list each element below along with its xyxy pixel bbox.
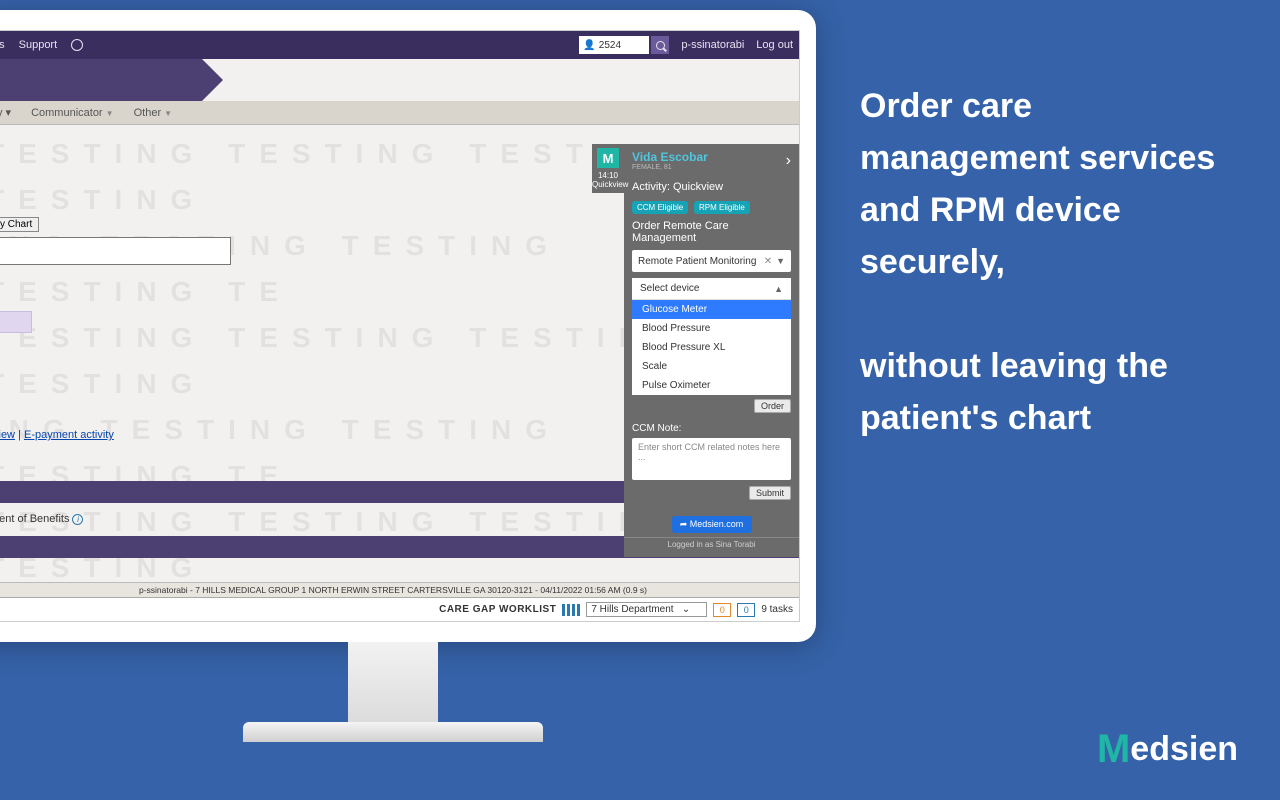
activity-label: Activity: Quickview bbox=[624, 177, 799, 197]
service-selected-value: Remote Patient Monitoring bbox=[638, 256, 756, 267]
chart-button[interactable]: y Chart bbox=[0, 217, 39, 232]
ccm-eligible-badge: CCM Eligible bbox=[632, 201, 688, 214]
gear-icon[interactable] bbox=[71, 39, 83, 51]
topbar-item-ps[interactable]: ps bbox=[0, 39, 5, 51]
tab-time: 14:10 bbox=[592, 171, 624, 180]
ccm-note-label: CCM Note: bbox=[624, 413, 799, 438]
chevron-up-icon: ▲ bbox=[774, 284, 783, 294]
logo-m-icon: M bbox=[1097, 727, 1130, 772]
nav-item-y[interactable]: y ▾ bbox=[0, 106, 21, 119]
nav-item-communicator[interactable]: Communicator ▼ bbox=[21, 107, 124, 119]
grid-icon[interactable] bbox=[562, 604, 580, 616]
text-input[interactable] bbox=[0, 237, 231, 265]
ccm-note-textarea[interactable]: Enter short CCM related notes here ... bbox=[632, 438, 791, 480]
worklist-label: CARE GAP WORKLIST bbox=[439, 604, 556, 615]
order-button[interactable]: Order bbox=[754, 399, 791, 413]
medsien-link[interactable]: ➦ Medsien.com bbox=[672, 516, 752, 533]
topbar-item-support[interactable]: Support bbox=[19, 39, 58, 51]
submit-button[interactable]: Submit bbox=[749, 486, 791, 500]
link-row: view | E-payment activity bbox=[0, 429, 114, 441]
search-button[interactable] bbox=[651, 36, 669, 54]
order-section-title: Order Remote Care Management bbox=[624, 218, 799, 250]
marketing-headline: Order care management services and RPM d… bbox=[860, 80, 1230, 444]
patient-demo: FEMALE, 81 bbox=[632, 164, 708, 171]
device-option-pulseox[interactable]: Pulse Oximeter bbox=[632, 376, 791, 395]
chevron-down-icon[interactable]: ▼ bbox=[776, 256, 785, 266]
bottom-bar: CARE GAP WORKLIST 7 Hills Department ⌄ 0… bbox=[0, 597, 799, 621]
patient-header: Vida Escobar FEMALE, 81 › bbox=[624, 144, 799, 177]
device-option-scale[interactable]: Scale bbox=[632, 357, 791, 376]
department-select[interactable]: 7 Hills Department ⌄ bbox=[586, 602, 707, 617]
tab-label: Quickview bbox=[592, 180, 624, 189]
medsien-logo: Medsien bbox=[1097, 727, 1238, 772]
search-value: 2524 bbox=[599, 40, 621, 51]
device-option-bpxl[interactable]: Blood Pressure XL bbox=[632, 338, 791, 357]
logout-link[interactable]: Log out bbox=[756, 39, 793, 51]
selected-cell[interactable] bbox=[0, 311, 32, 333]
logged-in-as: Logged in as Sina Torabi bbox=[624, 537, 799, 551]
device-option-glucose[interactable]: Glucose Meter bbox=[632, 300, 791, 319]
patient-search-input[interactable]: 👤 2524 bbox=[579, 36, 649, 54]
medsien-panel: M 14:10 Quickview Vida Escobar FEMALE, 8… bbox=[624, 144, 799, 557]
chevron-right-icon[interactable]: › bbox=[786, 152, 791, 170]
device-option-bp[interactable]: Blood Pressure bbox=[632, 319, 791, 338]
secondary-nav: y ▾ Communicator ▼ Other ▼ bbox=[0, 101, 799, 125]
device-label: Select device bbox=[640, 283, 699, 294]
footer-context: p-ssinatorabi - 7 HILLS MEDICAL GROUP 1 … bbox=[0, 582, 799, 597]
patient-name: Vida Escobar bbox=[632, 150, 708, 164]
count-orange[interactable]: 0 bbox=[713, 603, 731, 617]
top-menu-bar: ps Support 👤 2524 p-ssinatorabi Log out bbox=[0, 31, 799, 59]
context-banner bbox=[0, 59, 202, 101]
monitor-stand-neck bbox=[348, 642, 438, 722]
nav-item-other[interactable]: Other ▼ bbox=[124, 107, 183, 119]
ehr-screen: TESTING TESTING TESTING TESTINGING TESTI… bbox=[0, 30, 800, 622]
device-dropdown: Glucose Meter Blood Pressure Blood Press… bbox=[632, 300, 791, 395]
person-icon: 👤 bbox=[583, 40, 595, 51]
panel-tab[interactable]: M 14:10 Quickview bbox=[592, 144, 624, 193]
device-select-header[interactable]: Select device ▲ bbox=[632, 278, 791, 300]
current-user[interactable]: p-ssinatorabi bbox=[681, 39, 744, 51]
info-icon[interactable]: i bbox=[72, 514, 83, 525]
rpm-eligible-badge: RPM Eligible bbox=[694, 201, 750, 214]
search-icon bbox=[656, 41, 665, 50]
epayment-link[interactable]: E-payment activity bbox=[24, 429, 114, 441]
count-blue[interactable]: 0 bbox=[737, 603, 755, 617]
service-select[interactable]: Remote Patient Monitoring ✕ ▼ bbox=[632, 250, 791, 272]
monitor-stand-base bbox=[243, 722, 543, 742]
medsien-m-icon: M bbox=[597, 148, 619, 168]
tasks-count: 9 tasks bbox=[761, 604, 793, 615]
clear-icon[interactable]: ✕ bbox=[764, 256, 772, 267]
eob-label: nent of Benefits i bbox=[0, 513, 83, 525]
view-link[interactable]: view bbox=[0, 429, 15, 441]
